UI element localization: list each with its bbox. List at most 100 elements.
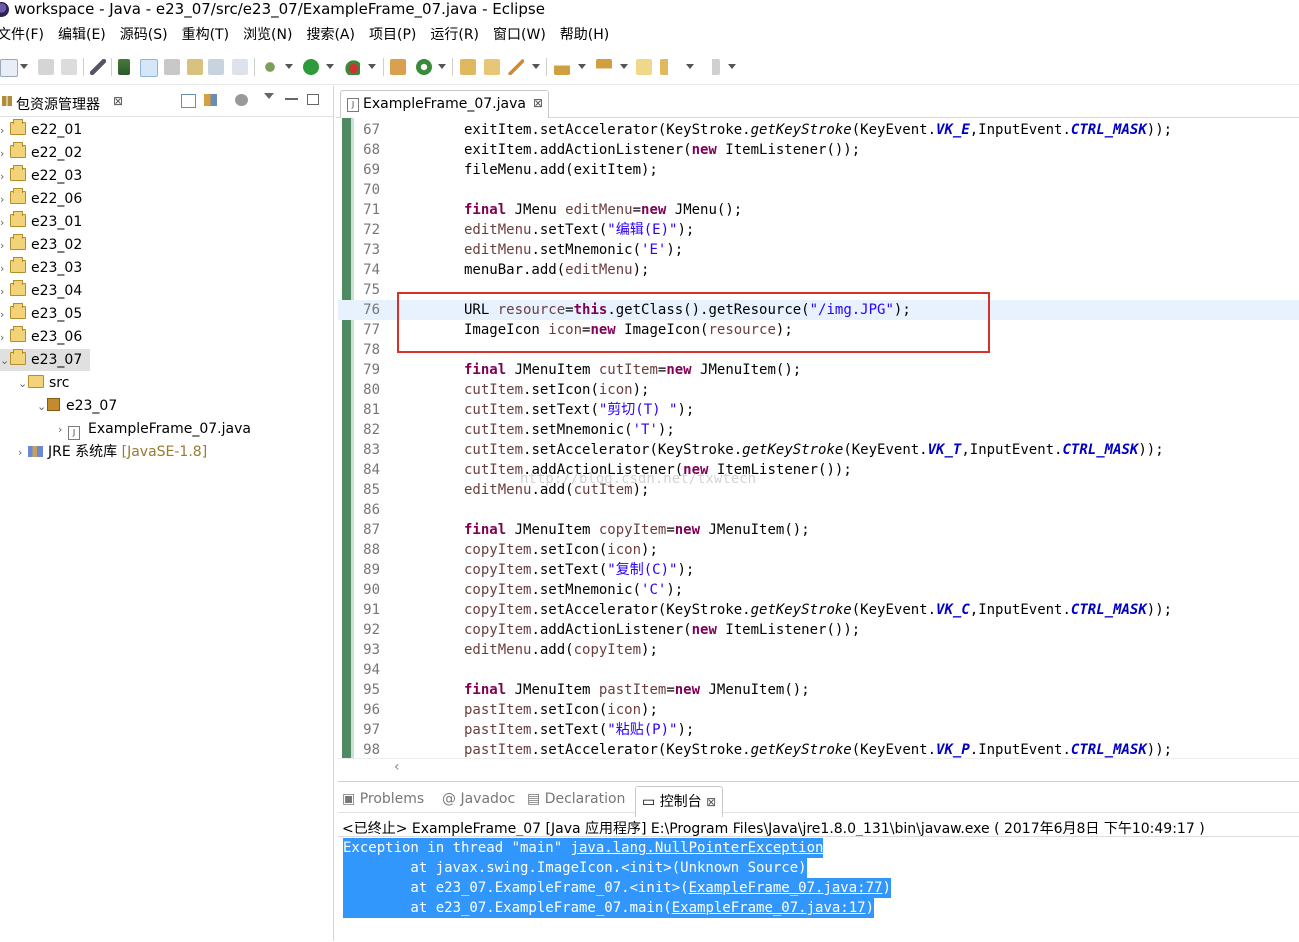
- next-annotation-icon[interactable]: [554, 59, 570, 75]
- code-line[interactable]: 68 exitItem.addActionListener(new ItemLis…: [338, 140, 1299, 160]
- run-icon[interactable]: [303, 59, 319, 75]
- menu-window[interactable]: 窗口(W): [493, 24, 546, 44]
- save-all-icon[interactable]: [61, 59, 77, 75]
- code-line[interactable]: 80 cutItem.setIcon(icon);: [338, 380, 1299, 400]
- code-line[interactable]: 91 copyItem.setAccelerator(KeyStroke.getK…: [338, 600, 1299, 620]
- expand-arrow-icon[interactable]: ›: [0, 166, 10, 188]
- code-editor[interactable]: 67 exitItem.setAccelerator(KeyStroke.getK…: [338, 118, 1299, 758]
- code-line[interactable]: 94: [338, 660, 1299, 680]
- new-class-dropdown-icon[interactable]: [438, 64, 446, 69]
- expand-arrow-icon[interactable]: ›: [0, 212, 10, 234]
- toggle-block-selection-icon[interactable]: [164, 59, 180, 75]
- toggle-mark-occurrences-icon[interactable]: [140, 59, 158, 77]
- pen-icon[interactable]: [508, 59, 524, 75]
- code-line[interactable]: 84 cutItem.addActionListener(new ItemList…: [338, 460, 1299, 480]
- tab-problems[interactable]: ▣ Problems: [342, 791, 424, 807]
- minimize-icon[interactable]: [285, 98, 298, 100]
- code-line[interactable]: 92 copyItem.addActionListener(new ItemLis…: [338, 620, 1299, 640]
- forward-icon[interactable]: [704, 59, 720, 75]
- code-line[interactable]: 88 copyItem.setIcon(icon);: [338, 540, 1299, 560]
- maximize-icon[interactable]: [307, 94, 319, 105]
- collapse-all-icon[interactable]: [181, 94, 196, 108]
- back-icon[interactable]: [660, 59, 676, 75]
- expand-arrow-icon[interactable]: ›: [0, 258, 10, 280]
- code-line[interactable]: 82 cutItem.setMnemonic('T');: [338, 420, 1299, 440]
- expand-arrow-icon[interactable]: ›: [58, 419, 68, 441]
- new-dropdown-icon[interactable]: [20, 64, 28, 69]
- code-line[interactable]: 71 final JMenu editMenu=new JMenu();: [338, 200, 1299, 220]
- menu-search[interactable]: 搜索(A): [306, 24, 355, 44]
- tab-declaration[interactable]: ▤ Declaration: [527, 791, 625, 807]
- code-line[interactable]: 96 pastItem.setIcon(icon);: [338, 700, 1299, 720]
- code-line[interactable]: 93 editMenu.add(copyItem);: [338, 640, 1299, 660]
- expand-arrow-icon[interactable]: ›: [0, 189, 10, 211]
- tree-item-package-e23_07[interactable]: ⌄ e23_07: [37, 395, 117, 417]
- expand-arrow-icon[interactable]: ›: [0, 281, 10, 303]
- skip-breakpoints-icon[interactable]: [90, 59, 106, 75]
- run-dropdown-icon[interactable]: [326, 64, 334, 69]
- link-with-editor-icon[interactable]: [204, 94, 217, 106]
- close-icon[interactable]: ⊠: [706, 795, 716, 809]
- menu-file[interactable]: 文件(F): [0, 24, 44, 44]
- expand-arrow-icon[interactable]: ›: [0, 235, 10, 257]
- last-edit-location-icon[interactable]: [636, 59, 652, 75]
- stacktrace-link[interactable]: java.lang.NullPointerException: [571, 840, 824, 856]
- collapse-arrow-icon[interactable]: ⌄: [37, 396, 47, 418]
- open-type-icon[interactable]: [118, 59, 130, 75]
- console-line[interactable]: at e23_07.ExampleFrame_07.main(ExampleFr…: [343, 898, 875, 918]
- new-icon[interactable]: [0, 59, 18, 77]
- code-line[interactable]: 89 copyItem.setText("复制(C)");: [338, 560, 1299, 580]
- scroll-left-icon[interactable]: ‹: [394, 759, 400, 775]
- collapse-arrow-icon[interactable]: ⌄: [0, 350, 10, 372]
- collapse-arrow-icon[interactable]: ⌄: [18, 373, 28, 395]
- tree-item-e23_02[interactable]: › e23_02: [0, 234, 82, 256]
- menu-edit[interactable]: 编辑(E): [58, 24, 106, 44]
- tree-item-e23_06[interactable]: › e23_06: [0, 326, 82, 348]
- back-dropdown-icon[interactable]: [686, 64, 694, 69]
- code-line[interactable]: 81 cutItem.setText("剪切(T) ");: [338, 400, 1299, 420]
- menu-run[interactable]: 运行(R): [430, 24, 479, 44]
- expand-arrow-icon[interactable]: ›: [0, 304, 10, 326]
- new-java-class-icon[interactable]: [416, 59, 432, 75]
- stacktrace-link[interactable]: ExampleFrame_07.java:17: [672, 900, 866, 916]
- tab-javadoc[interactable]: @ Javadoc: [442, 791, 515, 807]
- tree-item-e22_01[interactable]: › e22_01: [0, 119, 82, 141]
- editor-tab-active[interactable]: J ExampleFrame_07.java ⊠: [340, 90, 549, 118]
- code-line[interactable]: 74 menuBar.add(editMenu);: [338, 260, 1299, 280]
- package-explorer-tab[interactable]: 包资源管理器 ⊠: [0, 86, 333, 117]
- code-line[interactable]: 83 cutItem.setAccelerator(KeyStroke.getKe…: [338, 440, 1299, 460]
- tree-item-jre[interactable]: › JRE 系统库 [JavaSE-1.8]: [18, 441, 207, 463]
- expand-arrow-icon[interactable]: ›: [18, 442, 28, 464]
- tree-item-e23_07[interactable]: ⌄ e23_07: [0, 349, 90, 371]
- tree-item-e23_05[interactable]: › e23_05: [0, 303, 82, 325]
- debug-dropdown-icon[interactable]: [285, 64, 293, 69]
- new-java-package-icon[interactable]: [390, 59, 406, 75]
- code-line[interactable]: 85 editMenu.add(cutItem);: [338, 480, 1299, 500]
- toggle-breadcrumb-icon[interactable]: [208, 59, 224, 75]
- pen-dropdown-icon[interactable]: [532, 64, 540, 69]
- tree-item-e23_03[interactable]: › e23_03: [0, 257, 82, 279]
- code-line[interactable]: 97 pastItem.setText("粘贴(P)");: [338, 720, 1299, 740]
- tree-item-e22_06[interactable]: › e22_06: [0, 188, 82, 210]
- expand-arrow-icon[interactable]: ›: [0, 120, 10, 142]
- show-whitespace-icon[interactable]: [187, 59, 203, 75]
- previous-annotation-dropdown-icon[interactable]: [620, 64, 628, 69]
- code-line[interactable]: 70: [338, 180, 1299, 200]
- open-resource-icon[interactable]: [484, 59, 500, 75]
- console-line[interactable]: at javax.swing.ImageIcon.<init>(Unknown …: [343, 858, 807, 878]
- coverage-icon[interactable]: [344, 59, 360, 75]
- tree-item-java-file[interactable]: › J ExampleFrame_07.java: [58, 418, 251, 440]
- code-line[interactable]: 90 copyItem.setMnemonic('C');: [338, 580, 1299, 600]
- menu-project[interactable]: 项目(P): [369, 24, 416, 44]
- tab-console[interactable]: ▭ 控制台 ⊠: [635, 786, 724, 817]
- expand-arrow-icon[interactable]: ›: [0, 327, 10, 349]
- coverage-dropdown-icon[interactable]: [368, 64, 376, 69]
- console-line[interactable]: at e23_07.ExampleFrame_07.<init>(Example…: [343, 878, 891, 898]
- code-line[interactable]: 73 editMenu.setMnemonic('E');: [338, 240, 1299, 260]
- code-line[interactable]: 79 final JMenuItem cutItem=new JMenuItem(…: [338, 360, 1299, 380]
- menu-help[interactable]: 帮助(H): [560, 24, 609, 44]
- code-line[interactable]: 69 fileMenu.add(exitItem);: [338, 160, 1299, 180]
- debug-icon[interactable]: [262, 59, 278, 75]
- stacktrace-link[interactable]: ExampleFrame_07.java:77: [689, 880, 883, 896]
- code-line[interactable]: 72 editMenu.setText("编辑(E)");: [338, 220, 1299, 240]
